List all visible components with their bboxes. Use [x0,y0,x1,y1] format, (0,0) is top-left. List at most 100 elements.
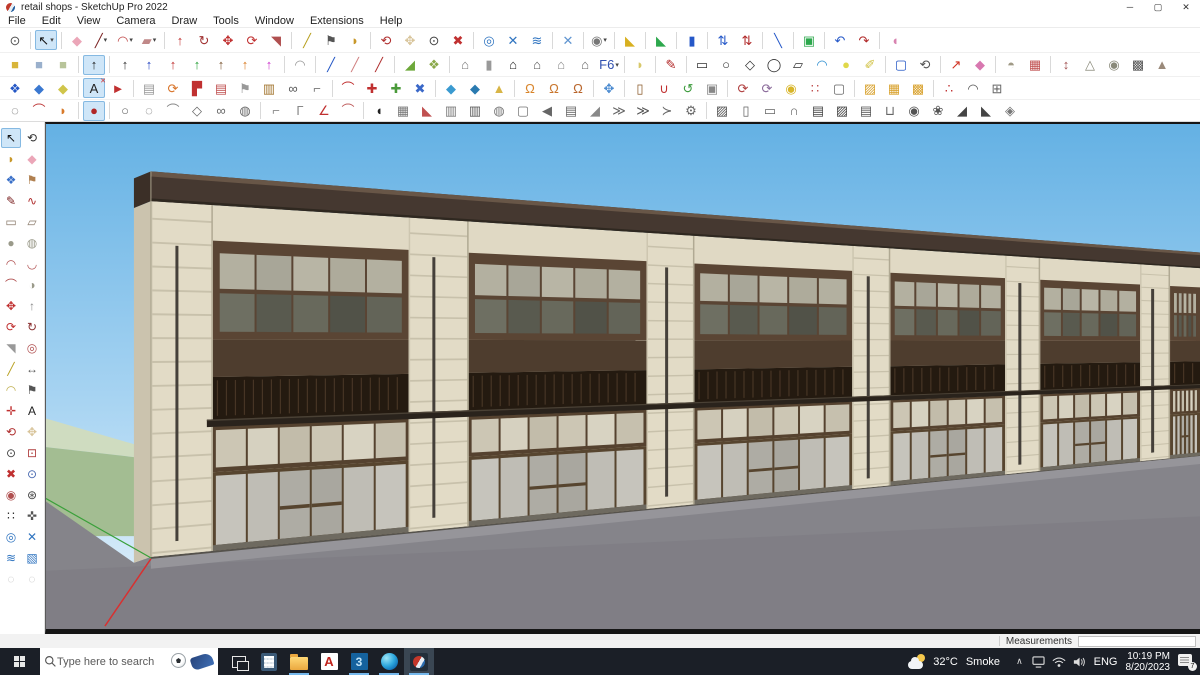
notification-center-button[interactable]: 7 [1178,654,1194,669]
fence-2-tool[interactable]: ▥ [464,101,486,121]
axes-tool[interactable]: ✛ [1,401,21,421]
redo-curve-tool[interactable]: ↷ [853,30,875,50]
weather-widget[interactable]: 32°C Smoke [908,654,1008,670]
extrude-black-tool[interactable]: ↑ [83,55,105,75]
house-flat[interactable]: ⌂ [574,55,596,75]
freehand-tool-side[interactable]: ∿ [22,191,42,211]
corner-square-tool[interactable]: ▛ [186,78,208,98]
measurements-input[interactable] [1078,636,1196,647]
knot-tool[interactable]: ∞ [210,101,232,121]
plus-green-tool[interactable]: ✚ [385,78,407,98]
outline-circle-tool[interactable]: ○ [114,101,136,121]
search-daily-image[interactable] [169,651,215,672]
dot-target-tool[interactable]: ◉ [780,78,802,98]
droplet-tool[interactable]: ◆ [440,78,462,98]
status-helper-1[interactable]: ◌ [1,569,21,589]
cluster-plus-tool[interactable]: ∷ [804,78,826,98]
rotate-tool-side[interactable]: ⟳ [1,317,21,337]
swirl-2-tool[interactable]: ❀ [927,101,949,121]
scale-tool-side[interactable]: ◥ [1,338,21,358]
menu-item-extensions[interactable]: Extensions [302,14,372,28]
sandbox-contours-tool[interactable]: ◓ [1000,55,1022,75]
taskbar-app-file-explorer[interactable] [284,648,314,675]
taskbar-search[interactable] [40,648,218,675]
horseshoe-c-tool[interactable]: Ω [519,78,541,98]
house-cylinder[interactable]: ▮ [478,55,500,75]
maximize-button[interactable]: ▢ [1144,0,1172,14]
extrude-n-tool[interactable]: ↑ [210,55,232,75]
menu-item-view[interactable]: View [69,14,109,28]
zoom-window-tool[interactable]: ⊡ [22,443,42,463]
text-tool-side[interactable]: ⚑ [22,380,42,400]
taskbar-app-3dsmax[interactable]: 3 [344,648,374,675]
turn-tool[interactable]: ✜ [22,506,42,526]
outline-blob-tool[interactable]: ◌ [138,101,160,121]
extrude-x-tool[interactable]: ↑ [234,55,256,75]
offset-tool[interactable]: ◎ [22,338,42,358]
grid-fill-tool[interactable]: ▩ [907,78,929,98]
louver-2-tool[interactable]: ▤ [855,101,877,121]
section-plane-tool[interactable]: ◎ [478,30,500,50]
raise-red-tool[interactable]: ⇅ [736,30,758,50]
shell-tool[interactable]: ◠ [289,55,311,75]
louver-1-tool[interactable]: ▤ [807,101,829,121]
follow-me-tool-side[interactable]: ↻ [22,317,42,337]
section-display-side[interactable]: ✕ [22,527,42,547]
menu-item-edit[interactable]: Edit [34,14,69,28]
orbit-tool[interactable]: ⟲ [375,30,397,50]
scale-tool[interactable]: ◥ [265,30,287,50]
binoculars-tool[interactable]: ∞ [282,78,304,98]
position-camera-tool[interactable]: ◉ [1,485,21,505]
horseshoe-p-tool[interactable]: Ω [543,78,565,98]
diamond-yellow[interactable]: ◆ [52,78,74,98]
taskbar-clock[interactable]: 10:19 PM 8/20/2023 [1126,651,1171,673]
rotate-box-1[interactable]: ⟳ [732,78,754,98]
stamp-tool[interactable]: △ [1079,55,1101,75]
face-arc-tool[interactable]: ◠ [811,55,833,75]
f6-style-tool[interactable]: F6▾ [598,55,620,75]
shell-yellow-tool[interactable]: ◗ [629,55,651,75]
start-button[interactable] [0,648,40,675]
lasso-tool[interactable]: ⟲ [914,55,936,75]
splash-tool[interactable]: ◆ [464,78,486,98]
x-blue-tool[interactable]: ✖ [409,78,431,98]
grid-boxes-tool[interactable]: ⊞ [986,78,1008,98]
hatch-line-red[interactable]: ╱ [368,55,390,75]
minimize-button[interactable]: ─ [1116,0,1144,14]
blob-dot-tool[interactable]: ◍ [234,101,256,121]
chevron-1-tool[interactable]: ≫ [608,101,630,121]
section-plane-side[interactable]: ◎ [1,527,21,547]
undo-curve-tool[interactable]: ↶ [829,30,851,50]
round-fence-tool[interactable]: ◍ [488,101,510,121]
outline-diamond-tool[interactable]: ◇ [186,101,208,121]
move-tool[interactable]: ✥ [217,30,239,50]
section-cuts-side[interactable]: ≋ [1,548,21,568]
dotted-arc-tool[interactable]: ◠ [962,78,984,98]
red-dot-curve-tool[interactable]: ⌒ [28,101,50,121]
terrain-stamp-tool[interactable]: ❖ [423,55,445,75]
hatch-line-blue[interactable]: ╱ [320,55,342,75]
grid-cross-tool[interactable]: ▦ [883,78,905,98]
face-rect-tool[interactable]: ▭ [691,55,713,75]
trash-box-tool[interactable]: ▯ [629,78,651,98]
pencil-tool-side[interactable]: ✎ [1,191,21,211]
menu-item-camera[interactable]: Camera [108,14,163,28]
corner-frame-1[interactable]: ⌐ [265,101,287,121]
u-channel-tool[interactable]: ⊔ [879,101,901,121]
angle-red-tool[interactable]: ∠ [313,101,335,121]
rectangle-tool-side[interactable]: ▭ [1,212,21,232]
flag-tool[interactable]: ⚑ [234,78,256,98]
tag-tool[interactable]: ⚑ [22,170,42,190]
flip-edge-tool[interactable]: ▲ [1151,55,1173,75]
modeling-viewport[interactable] [45,122,1200,634]
circle-tool-side[interactable]: ● [1,233,21,253]
task-view-button[interactable] [224,648,254,675]
pie-tool[interactable]: ◑ [22,275,42,295]
face-ellipse-tool[interactable]: ◯ [763,55,785,75]
grid-hatch-tool[interactable]: ▨ [859,78,881,98]
select-tool-side[interactable]: ↖ [1,128,21,148]
mesh-plane-tool[interactable]: ▤ [138,78,160,98]
section-fill-toggle[interactable]: ✕ [557,30,579,50]
shape-tool[interactable]: ▰▾ [138,30,160,50]
pink-modifier-tool[interactable]: ◖ [884,30,906,50]
